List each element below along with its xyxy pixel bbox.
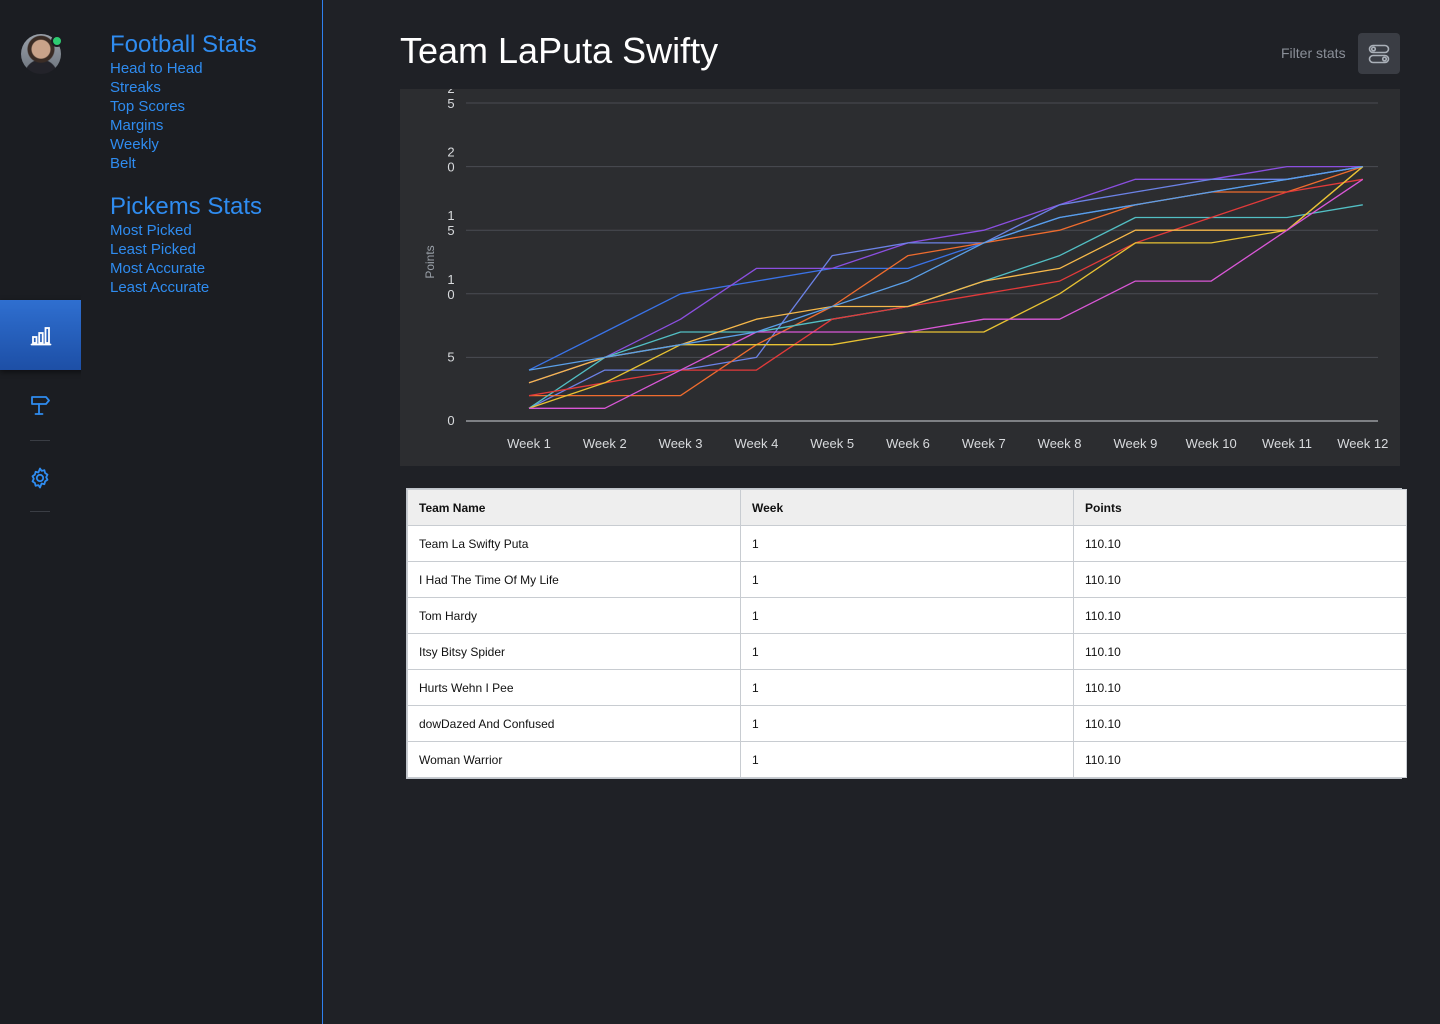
bar-chart-icon: [30, 327, 51, 346]
pickems-stats-group: Pickems Stats Most Picked Least Picked M…: [110, 193, 262, 297]
cell-week: 1: [740, 525, 1074, 562]
nav-link-streaks[interactable]: Streaks: [110, 78, 257, 97]
football-stats-group: Football Stats Head to Head Streaks Top …: [110, 31, 257, 173]
cell-points: 110.10: [1073, 705, 1407, 742]
x-tick-label: Week 12: [1337, 436, 1388, 451]
series-line: [528, 165, 1363, 371]
page-title: Team LaPuta Swifty: [400, 30, 719, 71]
nav-link-belt[interactable]: Belt: [110, 154, 257, 173]
points-chart: 0 5 10 15 20 25 Points Week 1 Week 2 Week 3 Week 4…: [400, 89, 1400, 466]
football-stats-heading: Football Stats: [110, 31, 257, 58]
cell-week: 1: [740, 705, 1074, 742]
cell-week: 1: [740, 669, 1074, 706]
x-tick-label: Week 2: [583, 436, 627, 451]
pickems-stats-heading: Pickems Stats: [110, 193, 263, 220]
y-tick-label: 10: [447, 272, 454, 302]
cell-team-name: Tom Hardy: [407, 597, 741, 634]
table-row[interactable]: Team La Swifty Puta 1 110.10: [407, 525, 1407, 562]
series-line: [528, 178, 1363, 397]
cell-week: 1: [740, 633, 1074, 670]
x-tick-label: Week 5: [810, 436, 854, 451]
cell-points: 110.10: [1073, 561, 1407, 598]
rail-divider: [30, 440, 50, 441]
rail-item-stats[interactable]: [0, 300, 91, 370]
nav-link-most-picked[interactable]: Most Picked: [110, 221, 262, 240]
online-status-dot: [51, 35, 63, 47]
filter-stats-label[interactable]: Filter stats: [1281, 45, 1346, 61]
x-tick-label: Week 9: [1113, 436, 1157, 451]
table-row[interactable]: I Had The Time Of My Life 1 110.10: [407, 561, 1407, 598]
series-line: [528, 166, 1364, 384]
x-tick-label: Week 7: [962, 436, 1006, 451]
y-axis-label: Points: [423, 245, 437, 278]
cell-team-name: Hurts Wehn I Pee: [407, 669, 741, 706]
signpost-icon: [31, 396, 50, 415]
series-line: [528, 165, 1363, 371]
table-row[interactable]: Itsy Bitsy Spider 1 110.10: [407, 633, 1407, 670]
cell-week: 1: [740, 741, 1074, 778]
y-tick-label: 15: [447, 208, 454, 238]
gear-icon: [31, 467, 49, 489]
points-table: Team Name Week Points Team La Swifty Put…: [407, 489, 1407, 778]
nav-link-top-scores[interactable]: Top Scores: [110, 97, 257, 116]
y-tick-label: 25: [447, 89, 454, 111]
toggle-settings-icon: [1368, 44, 1390, 63]
x-tick-label: Week 1: [507, 436, 551, 451]
series-line: [528, 165, 1363, 384]
cell-points: 110.10: [1073, 669, 1407, 706]
stats-navigation: Football Stats Head to Head Streaks Top …: [81, 0, 323, 1024]
cell-team-name: I Had The Time Of My Life: [407, 561, 741, 598]
column-header-points[interactable]: Points: [1073, 489, 1407, 526]
x-tick-label: Week 8: [1038, 436, 1082, 451]
nav-link-least-picked[interactable]: Least Picked: [110, 240, 262, 259]
x-tick-label: Week 4: [734, 436, 778, 451]
column-header-week[interactable]: Week: [740, 489, 1074, 526]
nav-link-most-accurate[interactable]: Most Accurate: [110, 259, 262, 278]
rail-item-pickems[interactable]: [28, 393, 52, 417]
points-table-container: Team Name Week Points Team La Swifty Put…: [406, 488, 1407, 779]
cell-team-name: Itsy Bitsy Spider: [407, 633, 741, 670]
x-tick-label: Week 6: [886, 436, 930, 451]
cell-week: 1: [740, 597, 1074, 634]
app-rail: [0, 0, 91, 1024]
points-line-chart: 0 5 10 15 20 25 Points Week 1 Week 2 Week 3 Week 4…: [423, 89, 1388, 451]
column-header-team-name[interactable]: Team Name: [407, 489, 741, 526]
x-tick-label: Week 10: [1186, 436, 1237, 451]
x-tick-label: Week 11: [1262, 436, 1312, 451]
y-tick-label: 0: [447, 413, 454, 428]
cell-team-name: Woman Warrior: [407, 741, 741, 778]
table-row[interactable]: Woman Warrior 1 110.10: [407, 741, 1407, 778]
nav-link-margins[interactable]: Margins: [110, 116, 257, 135]
table-row[interactable]: dowDazed And Confused 1 110.10: [407, 705, 1407, 742]
table-row[interactable]: Tom Hardy 1 110.10: [407, 597, 1407, 634]
rail-divider: [30, 511, 50, 512]
table-row[interactable]: Hurts Wehn I Pee 1 110.10: [407, 669, 1407, 706]
y-tick-label: 20: [447, 145, 454, 175]
series-line: [528, 165, 1363, 409]
y-tick-label: 5: [447, 349, 454, 364]
series-line: [528, 166, 1364, 409]
cell-points: 110.10: [1073, 525, 1407, 562]
x-tick-label: Week 3: [659, 436, 703, 451]
cell-points: 110.10: [1073, 633, 1407, 670]
filter-stats-button[interactable]: [1358, 33, 1400, 74]
nav-link-head-to-head[interactable]: Head to Head: [110, 59, 257, 78]
table-header-row: Team Name Week Points: [407, 489, 1407, 526]
nav-link-least-accurate[interactable]: Least Accurate: [110, 278, 262, 297]
cell-team-name: dowDazed And Confused: [407, 705, 741, 742]
cell-points: 110.10: [1073, 597, 1407, 634]
cell-points: 110.10: [1073, 741, 1407, 778]
series-line: [529, 165, 1364, 397]
nav-link-weekly[interactable]: Weekly: [110, 135, 257, 154]
cell-week: 1: [740, 561, 1074, 598]
cell-team-name: Team La Swifty Puta: [407, 525, 741, 562]
rail-item-settings[interactable]: [28, 466, 52, 490]
